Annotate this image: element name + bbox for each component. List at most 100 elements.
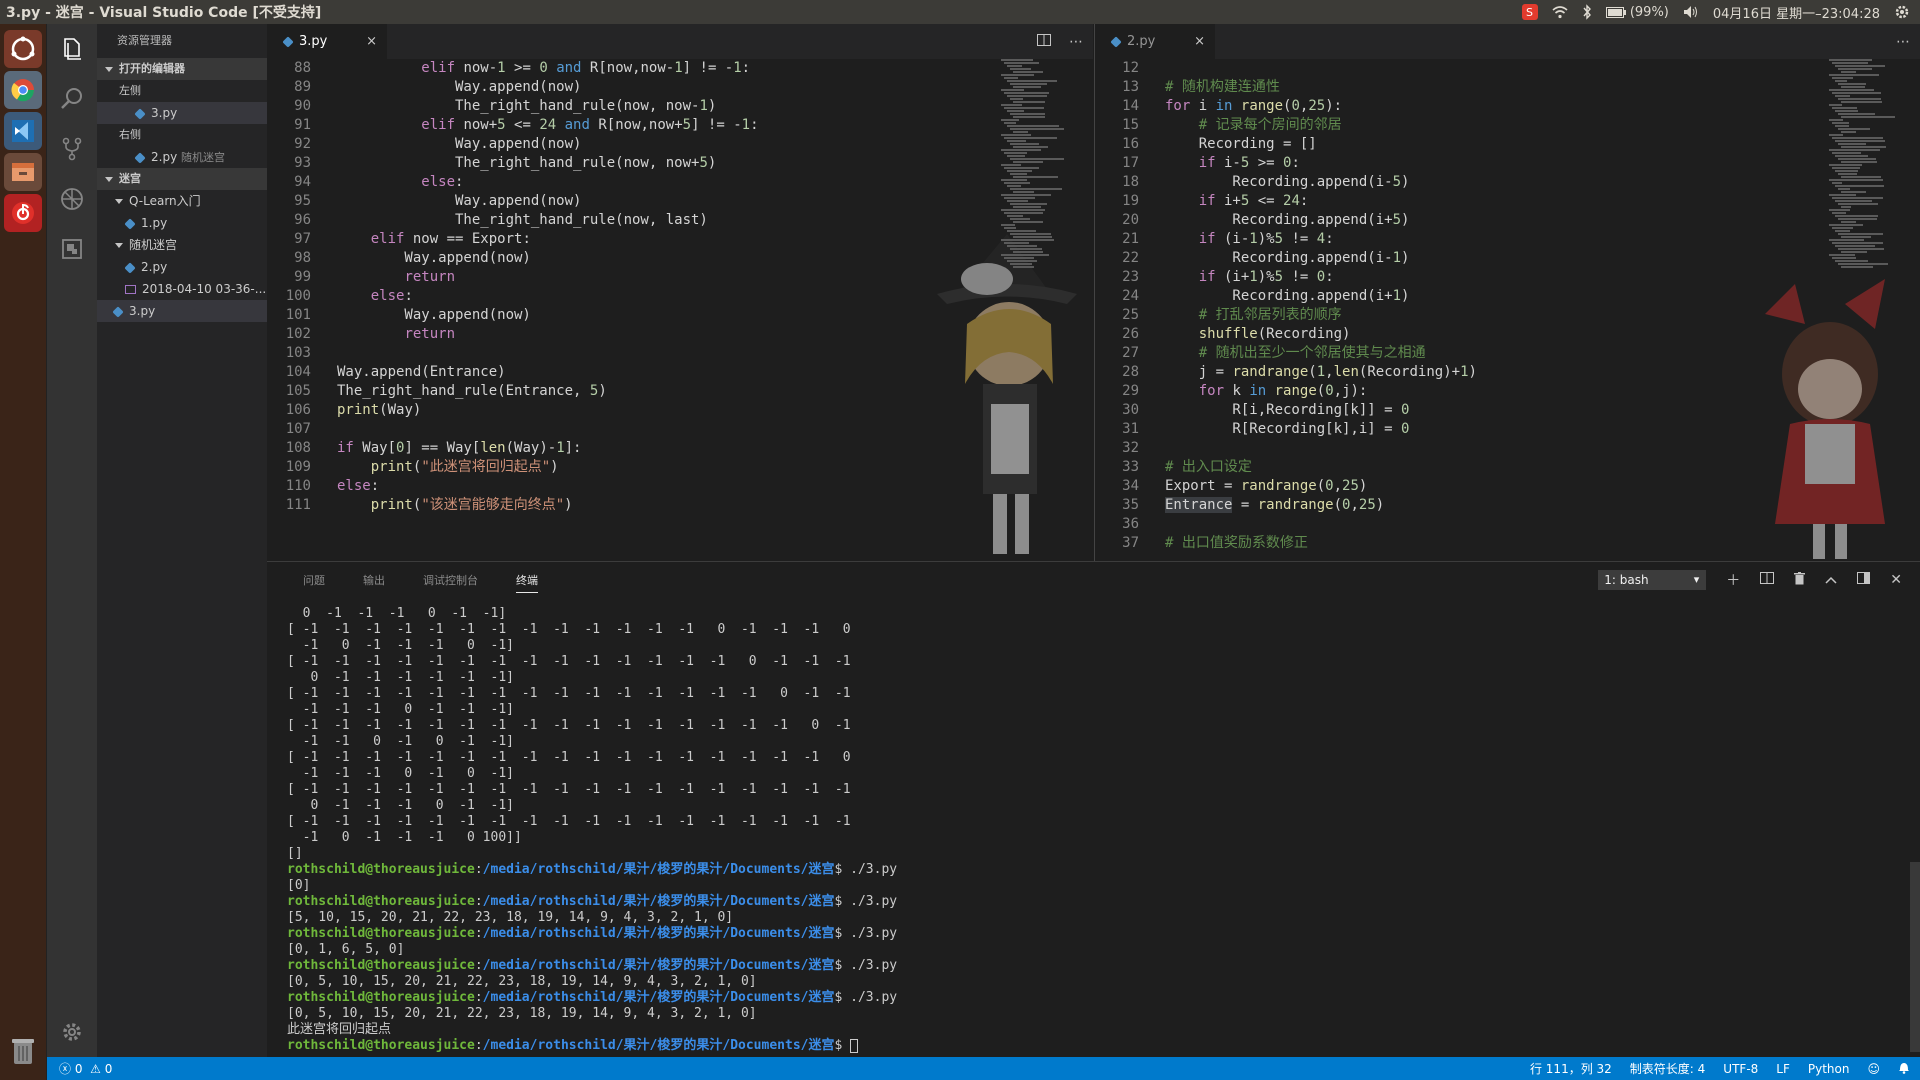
tab-problems[interactable]: 问题: [303, 572, 325, 588]
code-line[interactable]: 21 if (i-1)%5 != 4:: [1095, 230, 1920, 249]
folder-qlearn[interactable]: Q-Learn入门: [97, 190, 267, 212]
tab-output[interactable]: 输出: [363, 572, 385, 588]
extensions-icon[interactable]: [47, 224, 97, 274]
input-method-icon[interactable]: S: [1521, 4, 1538, 20]
line-number: 99: [294, 269, 311, 285]
split-terminal-icon[interactable]: [1760, 572, 1775, 588]
more-actions-icon[interactable]: ⋯: [1896, 34, 1910, 50]
code-line[interactable]: 93 The_right_hand_rule(now, now+5): [267, 154, 1093, 173]
explorer-icon[interactable]: [47, 24, 97, 74]
minimap-line: [1832, 122, 1849, 124]
code-line[interactable]: 18 Recording.append(i-5): [1095, 173, 1920, 192]
code-line[interactable]: 22 Recording.append(i-1): [1095, 249, 1920, 268]
code-line[interactable]: 90 The_right_hand_rule(now, now-1): [267, 97, 1093, 116]
code-line[interactable]: 15 # 记录每个房间的邻居: [1095, 116, 1920, 135]
code-line[interactable]: 19 if i+5 <= 24:: [1095, 192, 1920, 211]
minimap-line: [1007, 95, 1047, 97]
line-code: else:: [421, 174, 464, 190]
code-line[interactable]: 14 for i in range(0,25):: [1095, 97, 1920, 116]
code-line[interactable]: 12: [1095, 59, 1920, 78]
folder-qlearn-label: Q-Learn入门: [129, 194, 201, 208]
new-terminal-icon[interactable]: ＋: [1726, 570, 1740, 590]
tab-3py[interactable]: 3.py ×: [267, 24, 387, 59]
minimap-line: [1013, 116, 1045, 118]
encoding[interactable]: UTF-8: [1723, 1062, 1758, 1076]
terminal-output[interactable]: 0 -1 -1 -1 0 -1 -1][ -1 -1 -1 -1 -1 -1 -…: [287, 606, 897, 1054]
code-line[interactable]: 95 Way.append(now): [267, 192, 1093, 211]
minimap-line: [1835, 95, 1850, 97]
minimap-right[interactable]: [1825, 59, 1895, 289]
trash-icon[interactable]: [4, 1032, 42, 1070]
file-screenshot[interactable]: 2018-04-10 03-36-...: [97, 278, 267, 300]
minimap-line: [1013, 101, 1046, 103]
tab-debug-console[interactable]: 调试控制台: [423, 572, 478, 588]
line-number: 22: [1122, 250, 1139, 266]
manage-gear-icon[interactable]: [47, 1007, 97, 1057]
bluetooth-icon[interactable]: [1582, 4, 1592, 20]
code-line[interactable]: 17 if i-5 >= 0:: [1095, 154, 1920, 173]
toggle-panel-position-icon[interactable]: [1857, 572, 1871, 588]
line-number: 110: [285, 478, 311, 494]
netease-music-icon[interactable]: [4, 194, 42, 232]
file-manager-icon[interactable]: [4, 153, 42, 191]
wifi-icon[interactable]: [1552, 5, 1568, 19]
source-control-icon[interactable]: [47, 124, 97, 174]
clock[interactable]: 04月16日 星期一–23:04:28: [1713, 3, 1880, 22]
code-line[interactable]: 20 Recording.append(i+5): [1095, 211, 1920, 230]
minimap-line: [1829, 209, 1850, 211]
close-tab-icon[interactable]: ×: [1194, 24, 1205, 59]
minimap-line: [1829, 239, 1864, 241]
settings-gear-icon[interactable]: [1894, 4, 1910, 20]
caret-down-icon: [105, 176, 113, 182]
minimap-line: [1007, 245, 1037, 247]
chrome-icon[interactable]: [4, 71, 42, 109]
trash-terminal-icon[interactable]: [1794, 571, 1806, 589]
open-editors-section[interactable]: 打开的编辑器: [97, 58, 267, 80]
code-line[interactable]: 13 # 随机构建连通性: [1095, 78, 1920, 97]
debug-icon[interactable]: [47, 174, 97, 224]
language-mode[interactable]: Python: [1808, 1062, 1850, 1076]
minimap-line: [1838, 218, 1877, 220]
open-editor-2py[interactable]: 2.py 随机迷宫: [97, 146, 267, 168]
split-editor-icon[interactable]: [1037, 33, 1051, 50]
folder-random-maze[interactable]: 随机迷宫: [97, 234, 267, 256]
open-editor-3py[interactable]: 3.py: [97, 102, 267, 124]
cursor-position[interactable]: 行 111，列 32: [1530, 1060, 1612, 1077]
close-tab-icon[interactable]: ×: [366, 24, 377, 59]
feedback-smiley-icon[interactable]: ☺: [1867, 1062, 1880, 1076]
ubuntu-dash-icon[interactable]: [4, 30, 42, 68]
volume-icon[interactable]: [1683, 5, 1699, 19]
code-line[interactable]: 94 else:: [267, 173, 1093, 192]
close-panel-icon[interactable]: ✕: [1890, 572, 1902, 588]
minimap-line: [1001, 194, 1051, 196]
terminal-scrollbar[interactable]: [1910, 862, 1920, 1052]
line-code: if (i-1)%5 != 4:: [1198, 231, 1334, 247]
minimap-line: [1010, 233, 1051, 235]
indentation[interactable]: 制表符长度: 4: [1630, 1060, 1706, 1077]
line-code: Recording.append(i-1): [1165, 250, 1410, 266]
more-actions-icon[interactable]: ⋯: [1069, 34, 1083, 50]
end-of-line[interactable]: LF: [1776, 1062, 1790, 1076]
code-line[interactable]: 88 elif now-1 >= 0 and R[now,now-1] != -…: [267, 59, 1093, 78]
tab-terminal[interactable]: 终端: [516, 572, 538, 593]
minimap-line: [1829, 74, 1879, 76]
search-icon[interactable]: [47, 74, 97, 124]
errors-indicator[interactable]: ⓧ 0 ⚠ 0: [59, 1060, 112, 1077]
code-line[interactable]: 92 Way.append(now): [267, 135, 1093, 154]
maximize-panel-icon[interactable]: [1825, 572, 1837, 588]
code-line[interactable]: 91 elif now+5 <= 24 and R[now,now+5] != …: [267, 116, 1093, 135]
code-line[interactable]: 16 Recording = []: [1095, 135, 1920, 154]
file-3py[interactable]: 3.py: [97, 300, 267, 322]
code-line[interactable]: 96 The_right_hand_rule(now, last): [267, 211, 1093, 230]
vscode-icon[interactable]: [4, 112, 42, 150]
file-1py[interactable]: 1.py: [97, 212, 267, 234]
workspace-section[interactable]: 迷宫: [97, 168, 267, 190]
minimap-left[interactable]: [997, 59, 1067, 289]
tab-2py[interactable]: 2.py ×: [1095, 24, 1215, 59]
terminal-select[interactable]: 1: bash: [1598, 570, 1707, 590]
minimap-line: [1841, 206, 1852, 208]
file-2py[interactable]: 2.py: [97, 256, 267, 278]
notifications-bell-icon[interactable]: [1898, 1061, 1910, 1077]
battery-indicator[interactable]: (99%): [1605, 5, 1669, 20]
code-line[interactable]: 89 Way.append(now): [267, 78, 1093, 97]
